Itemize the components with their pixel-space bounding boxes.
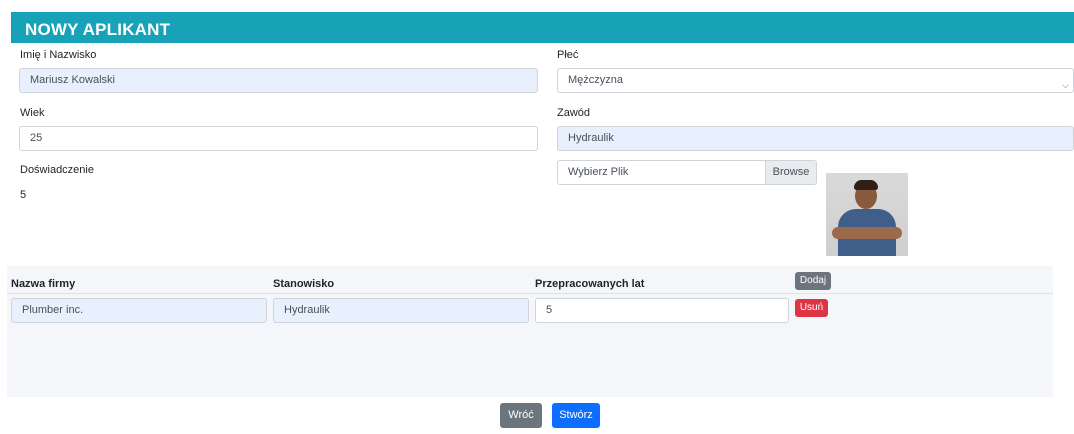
position-field[interactable]: Hydraulik <box>273 298 529 323</box>
name-label: Imię i Nazwisko <box>20 49 97 61</box>
page-title: NOWY APLIKANT <box>25 20 171 39</box>
name-field[interactable]: Mariusz Kowalski <box>19 68 538 93</box>
company-field-value: Plumber inc. <box>22 304 84 316</box>
file-input-placeholder: Wybierz Plik <box>568 166 629 178</box>
add-job-button[interactable]: Dodaj <box>795 272 831 290</box>
file-input[interactable]: Wybierz Plik Browse <box>557 160 817 185</box>
gender-label: Płeć <box>557 49 579 61</box>
chevron-down-icon: ⌵ <box>1062 80 1069 90</box>
back-button[interactable]: Wróć <box>500 403 542 428</box>
age-label: Wiek <box>20 107 45 119</box>
profession-label: Zawód <box>557 107 591 119</box>
years-field[interactable]: 5 <box>535 298 789 323</box>
age-field[interactable]: 25 <box>19 126 538 151</box>
photo-arms-shape <box>832 227 902 239</box>
years-field-value: 5 <box>546 304 553 316</box>
company-field[interactable]: Plumber inc. <box>11 298 267 323</box>
column-header-years: Przepracowanych lat <box>535 278 645 290</box>
gender-select[interactable]: Mężczyzna ⌵ <box>557 68 1074 93</box>
name-field-value: Mariusz Kowalski <box>30 74 115 86</box>
browse-button[interactable]: Browse <box>765 161 816 184</box>
table-divider <box>7 293 1053 294</box>
employment-section <box>7 266 1053 397</box>
form-header: NOWY APLIKANT <box>11 12 1074 43</box>
create-button[interactable]: Stwórz <box>552 403 600 428</box>
column-header-position: Stanowisko <box>273 278 335 290</box>
position-field-value: Hydraulik <box>284 304 330 316</box>
photo-hair-shape <box>854 180 878 190</box>
profession-field-value: Hydraulik <box>568 132 614 144</box>
profession-field[interactable]: Hydraulik <box>557 126 1074 151</box>
applicant-photo <box>826 173 908 256</box>
column-header-company: Nazwa firmy <box>11 278 76 290</box>
age-field-value: 25 <box>30 132 43 144</box>
experience-value: 5 <box>20 189 27 201</box>
experience-label: Doświadczenie <box>20 164 94 176</box>
remove-job-button[interactable]: Usuń <box>795 299 828 317</box>
gender-select-value: Mężczyzna <box>568 74 624 86</box>
